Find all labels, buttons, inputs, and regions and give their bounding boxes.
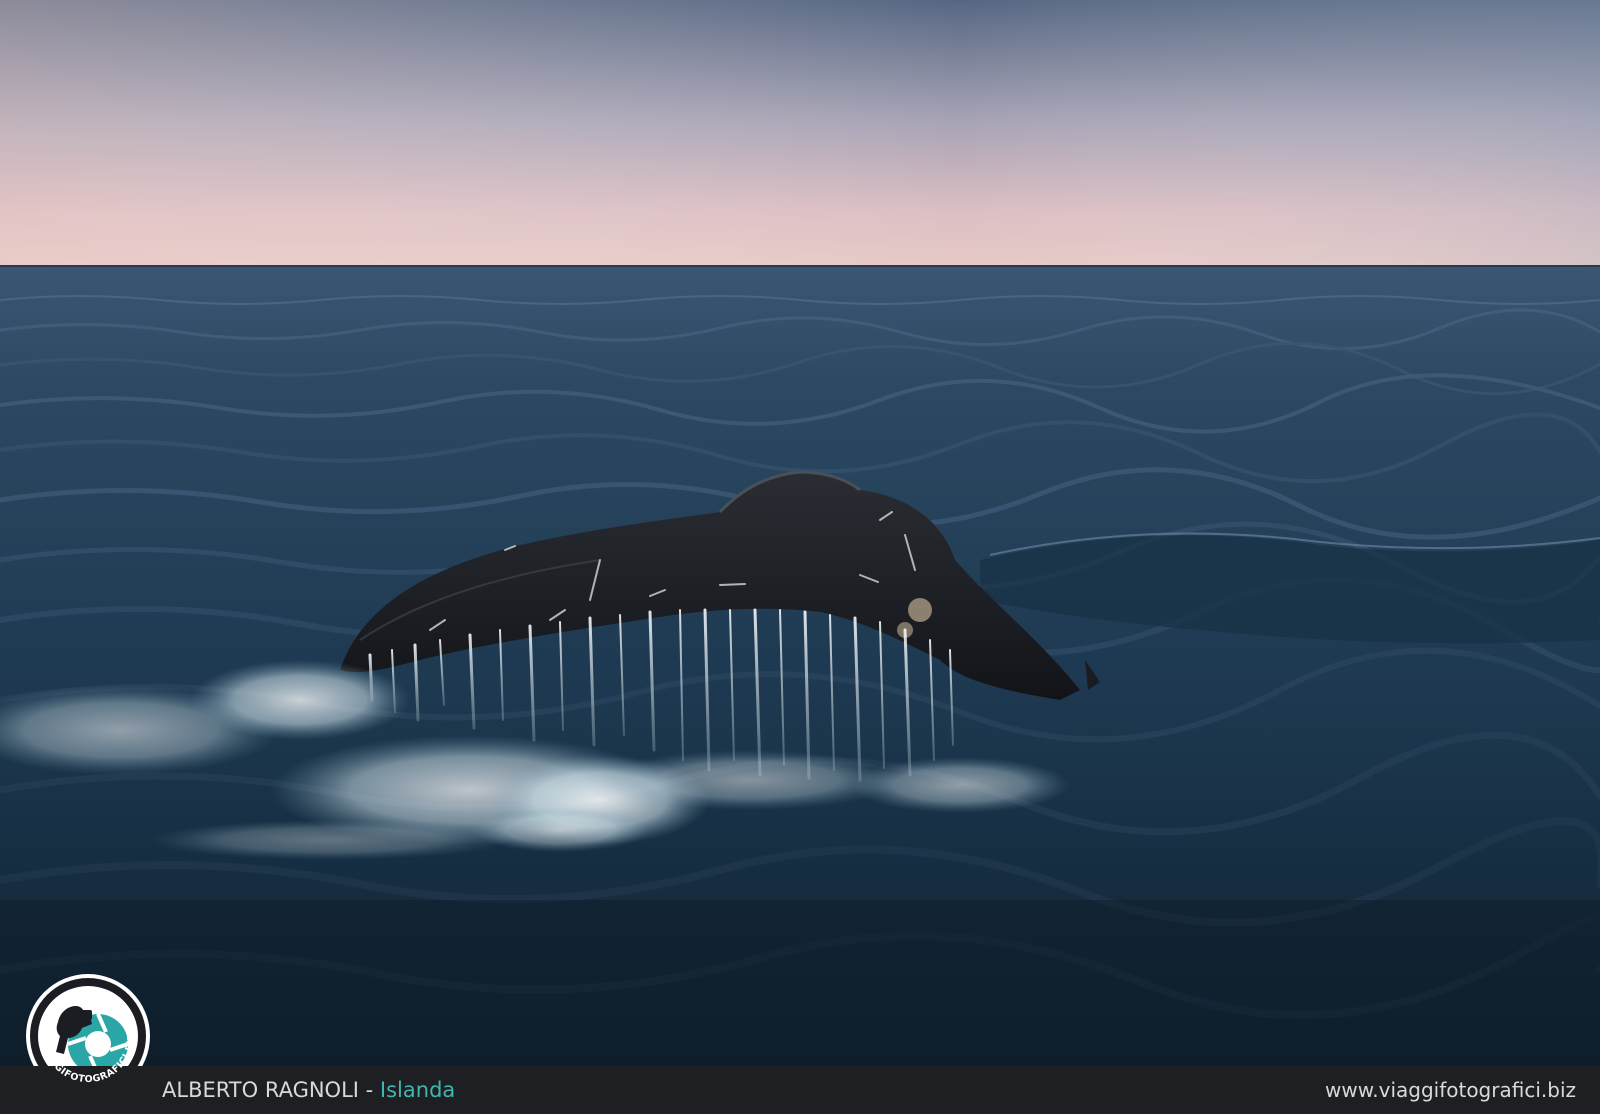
photo-frame: ALBERTO RAGNOLI - Islanda www.viaggifoto…: [0, 0, 1600, 1114]
location-name: Islanda: [379, 1078, 456, 1102]
caption-separator: -: [358, 1078, 380, 1102]
whale-tail-photo: [0, 0, 1600, 1066]
caption-bar: ALBERTO RAGNOLI - Islanda www.viaggifoto…: [0, 1066, 1600, 1114]
author-name: ALBERTO RAGNOLI: [162, 1078, 359, 1102]
website-url: www.viaggifotografici.biz: [1325, 1078, 1576, 1102]
caption-credit: ALBERTO RAGNOLI - Islanda: [162, 1066, 455, 1114]
